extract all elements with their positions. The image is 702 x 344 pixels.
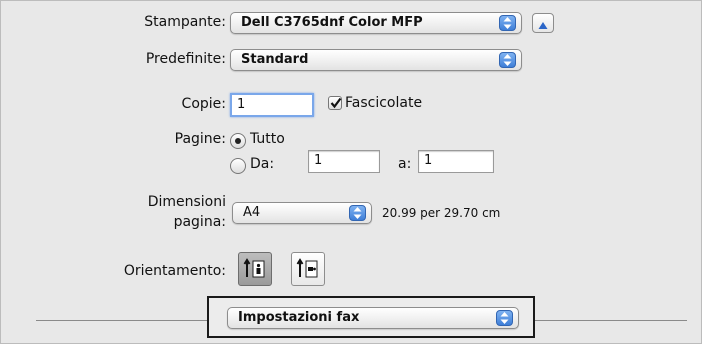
- portrait-orientation-icon: [243, 258, 265, 278]
- paper-dimensions: 20.99 per 29.70 cm: [382, 206, 501, 220]
- orientation-portrait-button[interactable]: [238, 252, 272, 286]
- checkmark-icon: [330, 97, 342, 109]
- up-down-arrows-icon: [496, 310, 513, 326]
- printer-value: Dell C3765dnf Color MFP: [241, 15, 423, 30]
- disclosure-triangle-up-icon: [538, 18, 548, 34]
- up-down-arrows-icon: [499, 15, 516, 31]
- pages-to-input[interactable]: 1: [418, 150, 494, 173]
- up-down-arrows-icon: [349, 205, 366, 221]
- paper-size-label-line1: Dimensioni: [147, 194, 226, 210]
- up-down-arrows-icon: [499, 52, 516, 68]
- pages-to-label: a:: [398, 156, 412, 172]
- collate-label: Fascicolate: [345, 95, 423, 111]
- presets-popup[interactable]: Standard: [230, 49, 522, 71]
- copies-label: Copie:: [181, 96, 226, 112]
- paper-size-label-line2: pagina:: [173, 214, 226, 230]
- pages-all-label: Tutto: [250, 131, 285, 147]
- paper-size-popup[interactable]: A4: [232, 202, 372, 224]
- collate-checkbox[interactable]: [328, 96, 342, 110]
- expand-button[interactable]: [532, 13, 554, 33]
- pages-all-radio[interactable]: [230, 133, 246, 149]
- section-value: Impostazioni fax: [238, 310, 360, 325]
- copies-input[interactable]: 1: [230, 93, 314, 117]
- pages-from-input[interactable]: 1: [308, 150, 380, 173]
- separator-right: [535, 320, 687, 321]
- pages-from-label: Da:: [250, 156, 275, 172]
- presets-label: Predefinite:: [145, 51, 226, 67]
- paper-size-value: A4: [243, 205, 261, 220]
- orientation-landscape-button[interactable]: [291, 252, 325, 286]
- section-popup[interactable]: Impostazioni fax: [227, 307, 519, 329]
- separator-left: [36, 320, 208, 321]
- printer-popup[interactable]: Dell C3765dnf Color MFP: [230, 12, 522, 34]
- presets-value: Standard: [241, 52, 309, 67]
- orientation-label: Orientamento:: [123, 263, 226, 279]
- landscape-orientation-icon: [296, 258, 318, 278]
- printer-label: Stampante:: [144, 14, 226, 30]
- pages-range-radio[interactable]: [230, 158, 246, 174]
- pages-label: Pagine:: [174, 131, 226, 147]
